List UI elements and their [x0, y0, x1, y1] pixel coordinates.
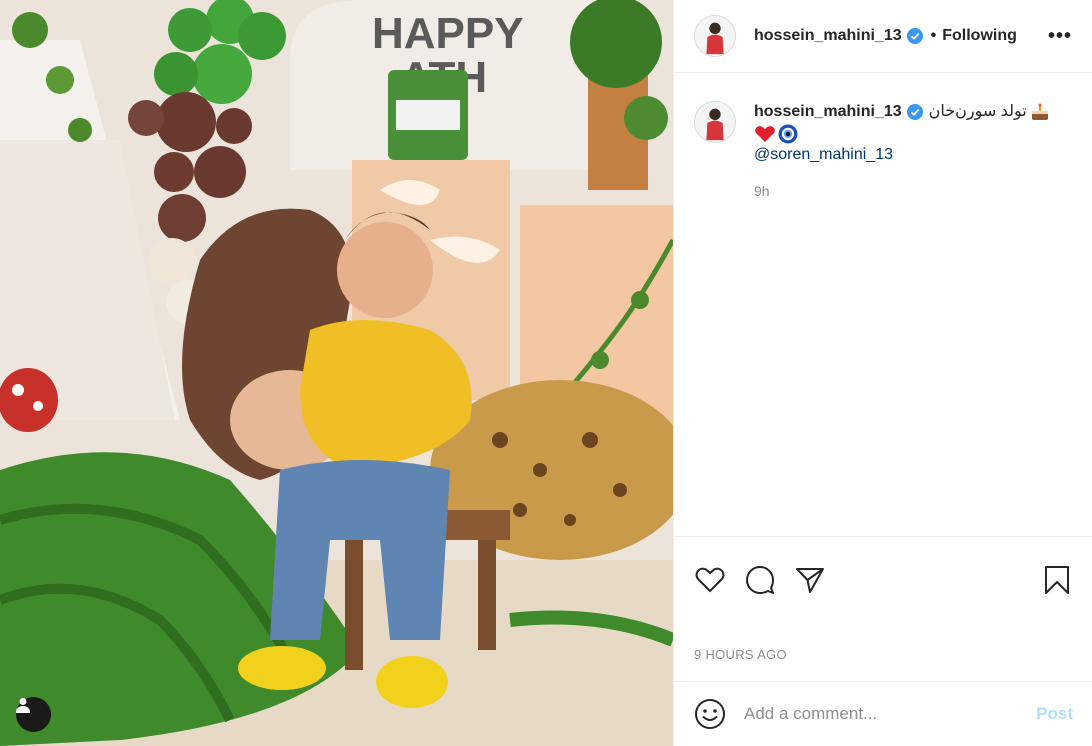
- user-tag-icon: [16, 698, 30, 713]
- post-timestamp: 9 HOURS AGO: [694, 647, 787, 662]
- post-header: hossein_mahini_13 • Following •••: [674, 0, 1092, 73]
- profile-picture: [695, 102, 735, 142]
- header-username[interactable]: hossein_mahini_13: [754, 27, 902, 45]
- caption-body: hossein_mahini_13 تولد سورن‌خان: [754, 101, 1050, 202]
- post-comment-button[interactable]: Post: [1036, 704, 1073, 724]
- red-heart-emoji-icon: [755, 126, 775, 142]
- action-bar: [674, 537, 1092, 605]
- post-photo[interactable]: HAPPY ATH: [0, 0, 673, 746]
- verified-badge-icon: [906, 28, 923, 44]
- photo-illustration: HAPPY ATH: [0, 0, 673, 746]
- cake-emoji-icon: [1031, 103, 1048, 120]
- separator-dot: •: [930, 27, 937, 44]
- bookmark-icon: [1045, 566, 1069, 594]
- user-tag-button[interactable]: [16, 697, 51, 732]
- caption-first-line: hossein_mahini_13 تولد سورن‌خان: [754, 101, 1050, 123]
- like-button[interactable]: [694, 564, 726, 596]
- verified-badge-icon: [906, 104, 923, 120]
- caption-text: تولد سورن‌خان: [928, 103, 1027, 120]
- comment-bar: Add a comment... Post: [674, 681, 1092, 746]
- comment-icon: [746, 566, 774, 594]
- avatar[interactable]: [694, 15, 736, 57]
- comment-button[interactable]: [744, 564, 776, 596]
- actions-section: 9 HOURS AGO: [674, 536, 1092, 662]
- nazar-amulet-emoji-icon: [778, 124, 798, 144]
- mention-link[interactable]: @soren_mahini_13: [754, 144, 1050, 166]
- profile-picture: [695, 16, 735, 56]
- caption-time: 9h: [754, 183, 770, 199]
- caption-emoji-row: [754, 124, 1050, 144]
- heart-icon: [695, 567, 725, 593]
- comment-input[interactable]: Add a comment...: [744, 704, 1036, 724]
- caption-avatar[interactable]: [694, 101, 736, 143]
- following-button[interactable]: Following: [942, 27, 1017, 45]
- caption-username[interactable]: hossein_mahini_13: [754, 101, 902, 123]
- emoji-picker-icon[interactable]: [694, 698, 726, 730]
- post-sidebar: hossein_mahini_13 • Following ••• hossei…: [673, 0, 1092, 746]
- svg-text:HAPPY: HAPPY: [372, 9, 524, 58]
- share-icon: [796, 568, 824, 593]
- share-button[interactable]: [794, 564, 826, 596]
- caption: hossein_mahini_13 تولد سورن‌خان: [674, 73, 1092, 202]
- save-button[interactable]: [1041, 564, 1073, 596]
- more-options-icon[interactable]: •••: [1048, 25, 1072, 48]
